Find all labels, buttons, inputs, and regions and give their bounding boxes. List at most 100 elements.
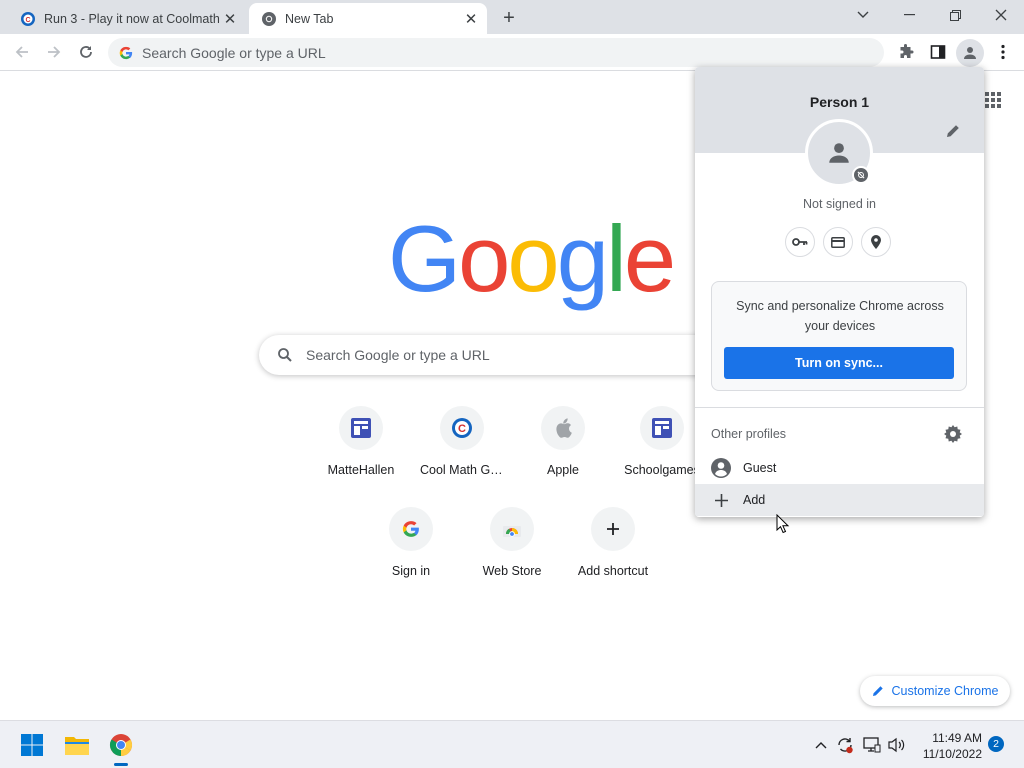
google-g-icon bbox=[402, 521, 419, 537]
addresses-button[interactable] bbox=[861, 227, 891, 257]
passwords-button[interactable] bbox=[785, 227, 815, 257]
edit-pencil-icon[interactable] bbox=[945, 123, 961, 139]
divider bbox=[695, 407, 984, 408]
clock[interactable]: 11:49 AM 11/10/2022 bbox=[912, 730, 982, 762]
plus-icon bbox=[607, 523, 619, 535]
close-tab-icon[interactable]: ✕ bbox=[220, 9, 240, 29]
side-panel-icon[interactable] bbox=[925, 39, 951, 65]
guest-avatar-icon bbox=[711, 458, 731, 478]
ntp-search-box[interactable]: Search Google or type a URL bbox=[259, 335, 759, 375]
search-icon bbox=[278, 348, 292, 362]
sync-off-icon bbox=[852, 166, 870, 184]
google-apps-icon[interactable] bbox=[984, 91, 1002, 109]
chrome-favicon-icon bbox=[262, 11, 276, 26]
person-icon bbox=[829, 143, 849, 163]
file-explorer-button[interactable] bbox=[61, 729, 93, 761]
clock-date: 11/10/2022 bbox=[922, 747, 982, 761]
sync-promo-text: Sync and personalize Chrome across your … bbox=[736, 299, 944, 333]
shortcut-label: Apple bbox=[547, 463, 579, 477]
google-logo: Google bbox=[388, 212, 676, 306]
show-hidden-icons-icon[interactable] bbox=[811, 735, 831, 755]
add-profile-item[interactable]: Add bbox=[695, 484, 984, 516]
google-g-icon bbox=[119, 46, 133, 59]
logo-letter: o bbox=[507, 206, 559, 311]
extensions-icon[interactable] bbox=[893, 39, 919, 65]
shortcut-label: Cool Math Games bbox=[420, 463, 504, 477]
search-placeholder: Search Google or type a URL bbox=[306, 347, 490, 363]
location-pin-icon bbox=[871, 235, 881, 249]
start-button[interactable] bbox=[16, 729, 48, 761]
manage-profiles-gear-icon[interactable] bbox=[944, 425, 962, 443]
shortcut-mattehallen[interactable]: MatteHallen bbox=[311, 406, 411, 477]
plus-icon bbox=[714, 493, 728, 507]
shortcut-label: Sign in bbox=[391, 564, 431, 578]
svg-text:C: C bbox=[458, 423, 466, 435]
profile-menu: Person 1 Not signed in Sync and personal… bbox=[695, 67, 984, 517]
profile-button[interactable] bbox=[956, 39, 984, 67]
shortcut-web-store[interactable]: Web Store bbox=[462, 507, 562, 578]
notification-badge[interactable]: 2 bbox=[988, 736, 1004, 752]
tab-coolmath[interactable]: C Run 3 - Play it now at Coolmath Games … bbox=[8, 3, 246, 34]
credit-card-icon bbox=[831, 236, 845, 248]
site-tile-icon bbox=[652, 418, 672, 438]
restore-button[interactable] bbox=[932, 0, 978, 30]
close-tab-icon[interactable]: ✕ bbox=[461, 9, 481, 29]
person-icon bbox=[964, 47, 976, 59]
sync-promo: Sync and personalize Chrome across your … bbox=[711, 281, 967, 391]
new-tab-button[interactable]: + bbox=[497, 6, 521, 30]
key-icon bbox=[792, 238, 808, 246]
sign-in-status: Not signed in bbox=[803, 197, 876, 211]
chrome-taskbar-button[interactable] bbox=[105, 729, 137, 761]
active-app-indicator bbox=[114, 763, 128, 766]
logo-letter: o bbox=[458, 206, 510, 311]
menu-kebab-icon[interactable] bbox=[990, 39, 1016, 65]
minimize-button[interactable] bbox=[886, 0, 932, 30]
volume-icon[interactable] bbox=[887, 735, 907, 755]
reload-button[interactable] bbox=[73, 39, 99, 65]
tab-title: Run 3 - Play it now at Coolmath Games bbox=[44, 11, 220, 26]
chrome-window: C Run 3 - Play it now at Coolmath Games … bbox=[0, 0, 1024, 768]
omnibox[interactable]: Search Google or type a URL bbox=[108, 38, 884, 67]
shortcut-label: Add shortcut bbox=[577, 564, 649, 578]
shortcut-sign-in[interactable]: Sign in bbox=[361, 507, 461, 578]
profile-name: Person 1 bbox=[809, 94, 870, 110]
coolmath-favicon-icon: C bbox=[21, 11, 35, 26]
guest-label: Guest bbox=[743, 461, 777, 475]
pencil-icon bbox=[872, 686, 883, 696]
chrome-icon bbox=[110, 734, 132, 756]
shortcut-label: Web Store bbox=[482, 564, 542, 578]
tab-title: New Tab bbox=[285, 11, 334, 26]
web-store-icon bbox=[503, 526, 521, 537]
site-tile-icon bbox=[351, 418, 371, 438]
other-profiles-label: Other profiles bbox=[711, 427, 787, 441]
shortcut-apple[interactable]: Apple bbox=[513, 406, 613, 477]
taskbar: 11:49 AM 11/10/2022 2 bbox=[0, 720, 1024, 768]
back-button[interactable] bbox=[9, 39, 35, 65]
logo-letter: g bbox=[556, 206, 609, 311]
forward-button[interactable] bbox=[41, 39, 67, 65]
payment-methods-button[interactable] bbox=[823, 227, 853, 257]
add-shortcut-button[interactable]: Add shortcut bbox=[563, 507, 663, 578]
customize-chrome-button[interactable]: Customize Chrome bbox=[860, 676, 1010, 706]
turn-on-sync-button[interactable]: Turn on sync... bbox=[724, 347, 954, 379]
tab-strip: C Run 3 - Play it now at Coolmath Games … bbox=[0, 0, 1024, 34]
coolmath-icon: C bbox=[452, 418, 472, 438]
close-window-button[interactable] bbox=[978, 0, 1024, 30]
folder-icon bbox=[65, 737, 89, 755]
mouse-cursor-icon bbox=[776, 514, 790, 534]
tab-new-tab[interactable]: New Tab ✕ bbox=[249, 3, 487, 34]
add-label: Add bbox=[743, 493, 766, 507]
logo-letter: e bbox=[623, 206, 676, 311]
apple-icon bbox=[556, 418, 572, 438]
omnibox-placeholder: Search Google or type a URL bbox=[142, 44, 326, 61]
toolbar: Search Google or type a URL bbox=[0, 34, 1024, 71]
guest-profile-item[interactable]: Guest bbox=[695, 452, 984, 484]
windows-logo-icon bbox=[21, 734, 43, 756]
shortcut-cool-math-games[interactable]: C Cool Math Games bbox=[412, 406, 512, 477]
logo-letter: G bbox=[388, 206, 461, 311]
network-icon[interactable] bbox=[862, 735, 882, 755]
tab-search-icon[interactable] bbox=[840, 0, 886, 30]
logo-letter: l bbox=[605, 206, 627, 311]
sync-update-icon[interactable] bbox=[835, 735, 855, 755]
customize-label: Customize Chrome bbox=[891, 684, 999, 698]
